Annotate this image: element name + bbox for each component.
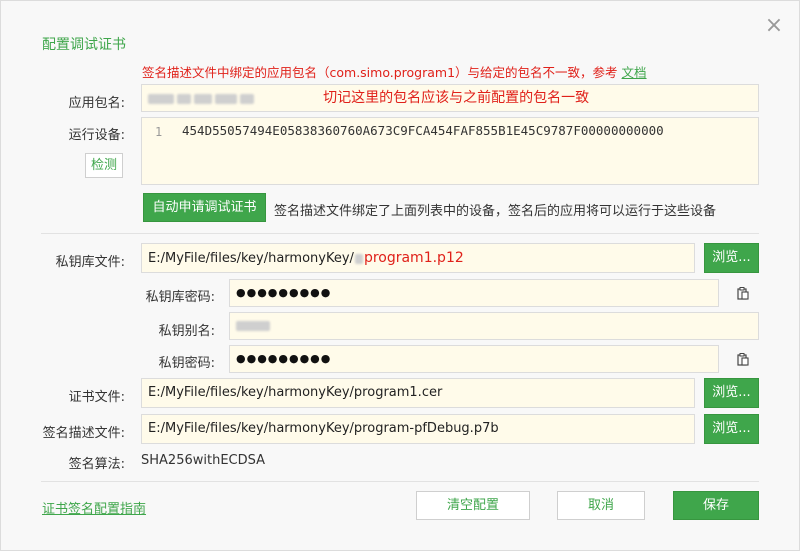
blurred-text (236, 320, 270, 331)
key-password-input[interactable]: ●●●●●●●●● (229, 345, 719, 373)
keystore-password-input[interactable]: ●●●●●●●●● (229, 279, 719, 307)
key-password-label: 私钥密码: (158, 356, 215, 371)
keystore-path-prefix: E:/MyFile/files/key/harmonyKey/ (148, 251, 354, 266)
keystore-file-input[interactable]: E:/MyFile/files/key/harmonyKey/program1.… (141, 243, 695, 273)
save-button[interactable]: 保存 (673, 491, 759, 520)
profile-file-input[interactable]: E:/MyFile/files/key/harmonyKey/program-p… (141, 414, 695, 444)
blurred-text (148, 93, 174, 104)
keystore-path-suffix: program1.p12 (363, 250, 464, 266)
cancel-button[interactable]: 取消 (557, 491, 645, 520)
algorithm-label: 签名算法: (68, 457, 125, 472)
profile-label: 签名描述文件: (42, 426, 125, 441)
blurred-text (240, 93, 254, 104)
device-id: 454D55057494E05838360760A673C9FCA454FAF8… (182, 123, 664, 138)
password-dots: ●●●●●●●●● (236, 352, 332, 365)
close-icon[interactable]: × (764, 15, 784, 37)
key-alias-input[interactable] (229, 312, 759, 340)
clear-config-button[interactable]: 清空配置 (416, 491, 530, 520)
package-note: 切记这里的包名应该与之前配置的包名一致 (323, 90, 590, 106)
certificate-label: 证书文件: (68, 390, 125, 405)
clipboard-icon[interactable] (736, 352, 750, 366)
app-package-input[interactable]: 切记这里的包名应该与之前配置的包名一致 (141, 84, 759, 112)
auto-apply-cert-button[interactable]: 自动申请调试证书 (143, 193, 266, 222)
warning-text: 签名描述文件中绑定的应用包名（com.simo.program1）与给定的包名不… (142, 65, 618, 80)
keystore-label: 私钥库文件: (55, 255, 125, 270)
keystore-password-label: 私钥库密码: (145, 290, 215, 305)
profile-browse-button[interactable]: 浏览... (704, 414, 759, 444)
blurred-text (194, 93, 212, 104)
doc-link[interactable]: 文档 (622, 65, 647, 80)
certificate-file-input[interactable]: E:/MyFile/files/key/harmonyKey/program1.… (141, 378, 695, 408)
key-alias-label: 私钥别名: (158, 324, 215, 339)
password-dots: ●●●●●●●●● (236, 286, 332, 299)
keystore-browse-button[interactable]: 浏览... (704, 243, 759, 273)
blurred-text (215, 93, 237, 104)
dialog-title: 配置调试证书 (42, 37, 126, 53)
divider (41, 481, 759, 482)
device-list[interactable]: 1 454D55057494E05838360760A673C9FCA454FA… (141, 117, 759, 185)
detect-button[interactable]: 检测 (85, 153, 123, 178)
algorithm-value: SHA256withECDSA (141, 453, 266, 468)
certificate-browse-button[interactable]: 浏览... (704, 378, 759, 408)
config-debug-cert-dialog: 配置调试证书 × 签名描述文件中绑定的应用包名（com.simo.program… (0, 0, 800, 551)
blurred-text (354, 253, 363, 264)
cert-guide-link[interactable]: 证书签名配置指南 (42, 498, 146, 517)
divider (41, 233, 759, 234)
line-number: 1 (155, 125, 163, 139)
device-label: 运行设备: (68, 128, 125, 143)
app-package-label: 应用包名: (68, 96, 125, 111)
certificate-path: E:/MyFile/files/key/harmonyKey/program1.… (148, 385, 443, 400)
clipboard-icon[interactable] (736, 286, 750, 300)
device-bind-note: 签名描述文件绑定了上面列表中的设备，签名后的应用将可以运行于这些设备 (274, 204, 717, 219)
profile-path: E:/MyFile/files/key/harmonyKey/program-p… (148, 421, 499, 436)
blurred-text (177, 93, 191, 104)
package-mismatch-warning: 签名描述文件中绑定的应用包名（com.simo.program1）与给定的包名不… (142, 62, 647, 81)
